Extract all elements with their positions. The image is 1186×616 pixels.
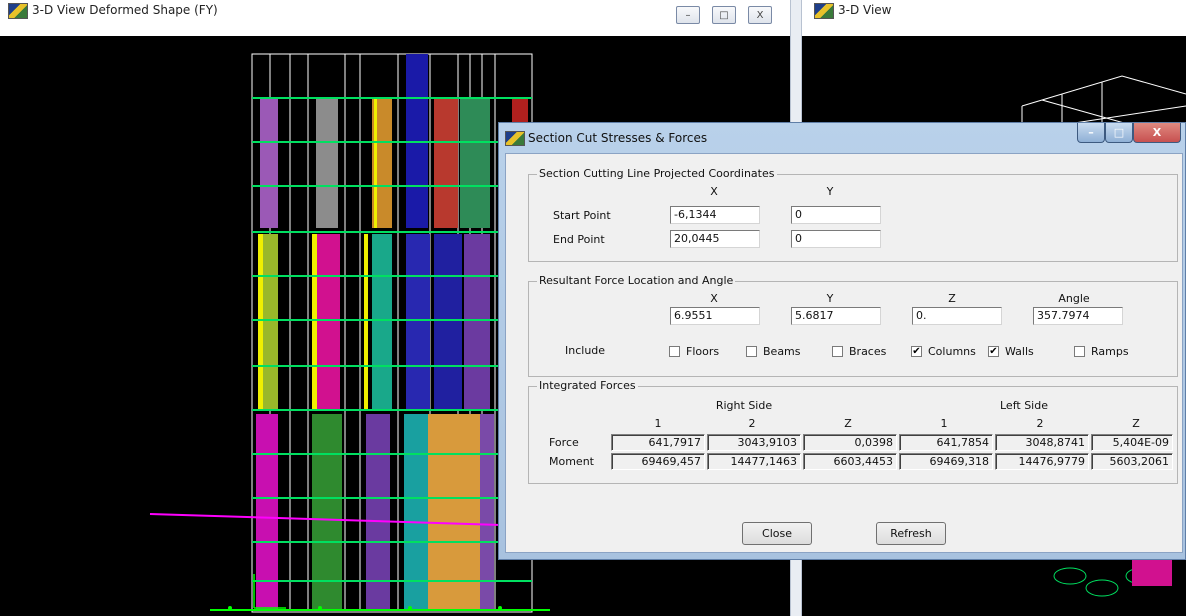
moment-left-1: 69469,318: [899, 453, 993, 470]
resultant-col-y: Y: [826, 292, 834, 305]
force-left-1: 641,7854: [899, 434, 993, 451]
left-close-button[interactable]: X: [748, 6, 772, 24]
cutting-line-group-label: Section Cutting Line Projected Coordinat…: [537, 167, 777, 180]
start-x-field[interactable]: -6,1344: [670, 206, 760, 224]
etabs-app-icon: [8, 3, 28, 19]
close-button[interactable]: Close: [742, 522, 812, 545]
start-y-field[interactable]: 0: [791, 206, 881, 224]
resultant-angle-field[interactable]: 357.7974: [1033, 307, 1123, 325]
end-point-label: End Point: [553, 233, 605, 246]
right-window-titlebar: 3-D View: [804, 0, 1186, 36]
dialog-maximize-button[interactable]: □: [1105, 123, 1133, 143]
moment-right-1: 69469,457: [611, 453, 705, 470]
include-floors-checkbox[interactable]: Floors: [669, 345, 719, 358]
integrated-group-label: Integrated Forces: [537, 379, 638, 392]
end-y-field[interactable]: 0: [791, 230, 881, 248]
right-side-header: Right Side: [715, 399, 773, 412]
resultant-col-x: X: [710, 292, 718, 305]
moment-left-z: 5603,2061: [1091, 453, 1173, 470]
force-right-2: 3043,9103: [707, 434, 801, 451]
moment-right-z: 6603,4453: [803, 453, 897, 470]
col-header-rz: Z: [844, 417, 852, 430]
braces-check-box: [832, 346, 843, 357]
include-walls-checkbox[interactable]: ✔ Walls: [988, 345, 1034, 358]
col-header-r1: 1: [654, 417, 662, 430]
start-point-label: Start Point: [553, 209, 611, 222]
etabs-app-icon-right: [814, 3, 834, 19]
resultant-group-label: Resultant Force Location and Angle: [537, 274, 736, 287]
moment-left-2: 14476,9779: [995, 453, 1089, 470]
include-braces-checkbox[interactable]: Braces: [832, 345, 886, 358]
moment-right-2: 14477,1463: [707, 453, 801, 470]
resultant-col-angle: Angle: [1058, 292, 1090, 305]
dialog-titlebar[interactable]: Section Cut Stresses & Forces – □ X: [499, 123, 1185, 153]
left-maximize-button[interactable]: □: [712, 6, 736, 24]
force-left-2: 3048,8741: [995, 434, 1089, 451]
force-row-label: Force: [549, 436, 579, 449]
ramps-check-box: [1074, 346, 1085, 357]
section-cut-dialog: Section Cut Stresses & Forces – □ X Sect…: [498, 122, 1186, 560]
resultant-group: Resultant Force Location and Angle X Y Z…: [528, 274, 1178, 377]
integrated-forces-group: Integrated Forces Right Side Left Side 1…: [528, 379, 1178, 484]
dialog-close-button[interactable]: X: [1133, 123, 1181, 143]
col-header-r2: 2: [748, 417, 756, 430]
dialog-app-icon: [505, 131, 525, 146]
col-header-lz: Z: [1132, 417, 1140, 430]
floors-check-box: [669, 346, 680, 357]
left-window-title: 3-D View Deformed Shape (FY): [32, 3, 218, 17]
cutting-col-x: X: [710, 185, 718, 198]
cutting-col-y: Y: [826, 185, 834, 198]
include-label: Include: [565, 344, 606, 357]
resultant-x-field[interactable]: 6.9551: [670, 307, 760, 325]
col-header-l2: 2: [1036, 417, 1044, 430]
resultant-col-z: Z: [948, 292, 956, 305]
include-ramps-checkbox[interactable]: Ramps: [1074, 345, 1129, 358]
col-header-l1: 1: [940, 417, 948, 430]
right-window-title: 3-D View: [838, 3, 892, 17]
force-right-1: 641,7917: [611, 434, 705, 451]
cutting-line-group: Section Cutting Line Projected Coordinat…: [528, 167, 1178, 262]
beams-check-box: [746, 346, 757, 357]
columns-check-mark: ✔: [911, 346, 922, 357]
left-minimize-button[interactable]: –: [676, 6, 700, 24]
left-window-titlebar: 3-D View Deformed Shape (FY): [0, 0, 790, 36]
resultant-y-field[interactable]: 5.6817: [791, 307, 881, 325]
force-left-z: 5,404E-09: [1091, 434, 1173, 451]
include-beams-checkbox[interactable]: Beams: [746, 345, 801, 358]
end-x-field[interactable]: 20,0445: [670, 230, 760, 248]
include-columns-checkbox[interactable]: ✔ Columns: [911, 345, 976, 358]
dialog-title: Section Cut Stresses & Forces: [528, 131, 708, 145]
moment-row-label: Moment: [549, 455, 594, 468]
walls-check-mark: ✔: [988, 346, 999, 357]
dialog-body: Section Cutting Line Projected Coordinat…: [505, 153, 1183, 553]
force-right-z: 0,0398: [803, 434, 897, 451]
refresh-button[interactable]: Refresh: [876, 522, 946, 545]
left-side-header: Left Side: [1000, 399, 1048, 412]
dialog-minimize-button[interactable]: –: [1077, 123, 1105, 143]
resultant-z-field[interactable]: 0.: [912, 307, 1002, 325]
